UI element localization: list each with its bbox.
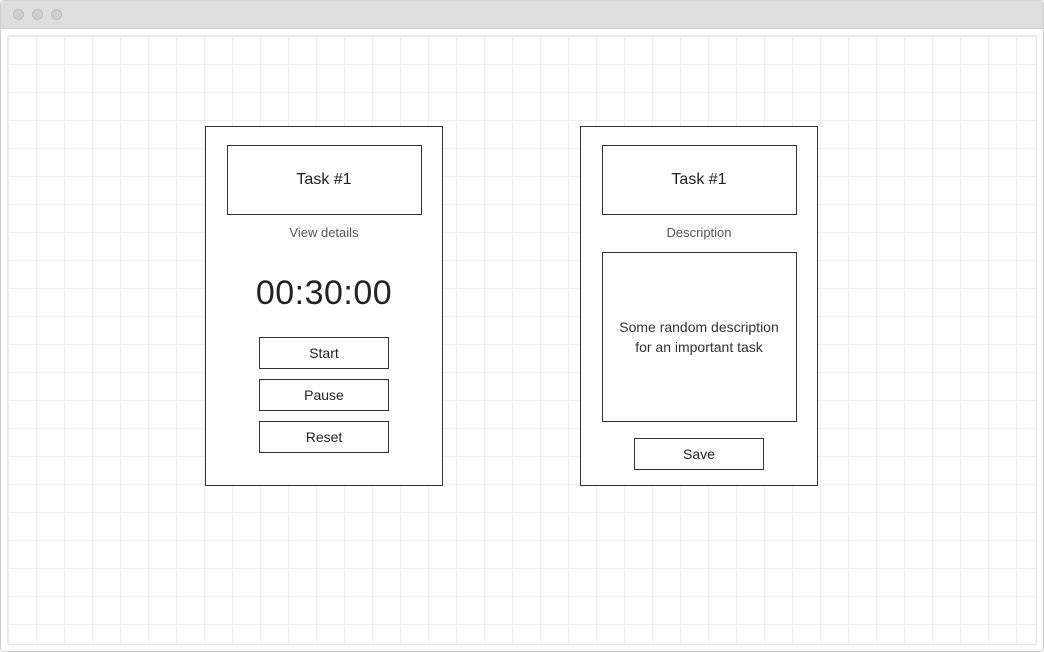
save-button[interactable]: Save bbox=[634, 438, 764, 470]
maximize-icon[interactable] bbox=[51, 9, 62, 20]
timer-button-stack: Start Pause Reset bbox=[259, 337, 389, 453]
timer-display: 00:30:00 bbox=[256, 274, 392, 313]
task-title: Task #1 bbox=[296, 171, 351, 189]
view-details-link[interactable]: View details bbox=[289, 225, 358, 240]
timer-card: Task #1 View details 00:30:00 Start Paus… bbox=[205, 126, 443, 486]
pause-button[interactable]: Pause bbox=[259, 379, 389, 411]
description-card: Task #1 Description Some random descript… bbox=[580, 126, 818, 486]
start-button[interactable]: Start bbox=[259, 337, 389, 369]
close-icon[interactable] bbox=[13, 9, 24, 20]
titlebar bbox=[1, 1, 1043, 29]
canvas-area: Task #1 View details 00:30:00 Start Paus… bbox=[7, 35, 1037, 645]
description-text: Some random description for an important… bbox=[615, 317, 784, 358]
minimize-icon[interactable] bbox=[32, 9, 43, 20]
task-title: Task #1 bbox=[671, 171, 726, 189]
reset-button[interactable]: Reset bbox=[259, 421, 389, 453]
description-textarea[interactable]: Some random description for an important… bbox=[602, 252, 797, 422]
description-label: Description bbox=[666, 225, 731, 240]
task-title-box: Task #1 bbox=[602, 145, 797, 215]
window-frame: Task #1 View details 00:30:00 Start Paus… bbox=[0, 0, 1044, 652]
task-title-box: Task #1 bbox=[227, 145, 422, 215]
